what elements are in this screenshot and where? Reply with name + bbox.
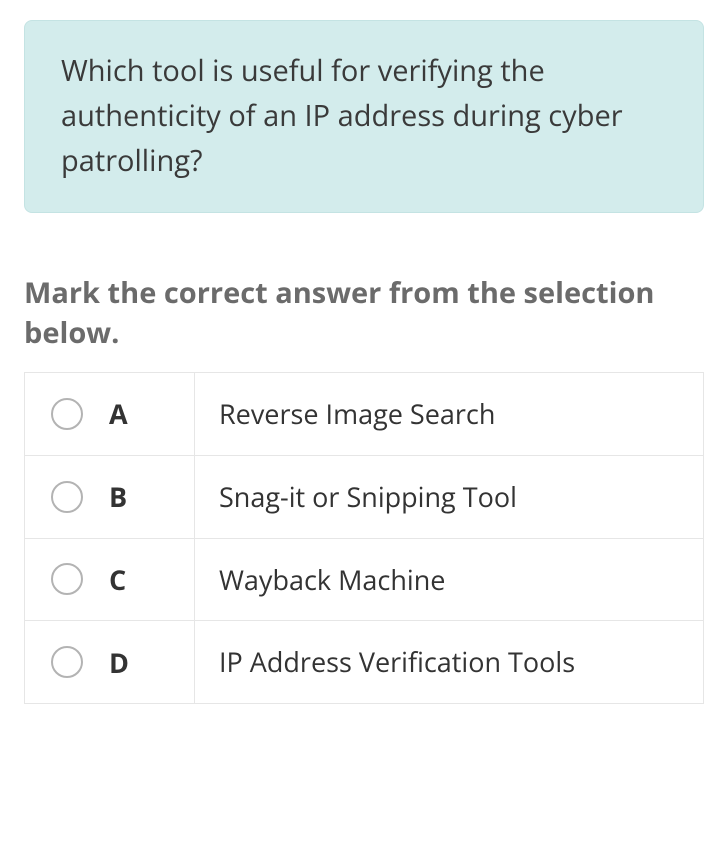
radio-letter-wrap: A bbox=[51, 395, 194, 432]
option-row-d[interactable]: D IP Address Verification Tools bbox=[25, 621, 704, 704]
option-row-c[interactable]: C Wayback Machine bbox=[25, 538, 704, 621]
option-selector-cell: A bbox=[25, 373, 195, 456]
options-table: A Reverse Image Search B Snag-it or Snip… bbox=[24, 372, 704, 704]
question-text: Which tool is useful for verifying the a… bbox=[61, 49, 667, 184]
option-text: IP Address Verification Tools bbox=[195, 621, 704, 704]
option-letter: C bbox=[109, 561, 126, 598]
option-text: Snag-it or Snipping Tool bbox=[195, 455, 704, 538]
option-letter: A bbox=[109, 395, 128, 432]
question-box: Which tool is useful for verifying the a… bbox=[24, 20, 704, 213]
option-letter: D bbox=[109, 644, 129, 681]
radio-icon[interactable] bbox=[51, 646, 83, 678]
option-selector-cell: C bbox=[25, 538, 195, 621]
option-selector-cell: B bbox=[25, 455, 195, 538]
option-text: Reverse Image Search bbox=[195, 373, 704, 456]
instruction-text: Mark the correct answer from the selecti… bbox=[24, 273, 704, 354]
option-row-b[interactable]: B Snag-it or Snipping Tool bbox=[25, 455, 704, 538]
radio-letter-wrap: B bbox=[51, 478, 194, 515]
radio-icon[interactable] bbox=[51, 563, 83, 595]
option-letter: B bbox=[109, 478, 127, 515]
radio-letter-wrap: D bbox=[51, 644, 194, 681]
radio-icon[interactable] bbox=[51, 398, 83, 430]
option-text: Wayback Machine bbox=[195, 538, 704, 621]
radio-icon[interactable] bbox=[51, 481, 83, 513]
radio-letter-wrap: C bbox=[51, 561, 194, 598]
option-selector-cell: D bbox=[25, 621, 195, 704]
option-row-a[interactable]: A Reverse Image Search bbox=[25, 373, 704, 456]
